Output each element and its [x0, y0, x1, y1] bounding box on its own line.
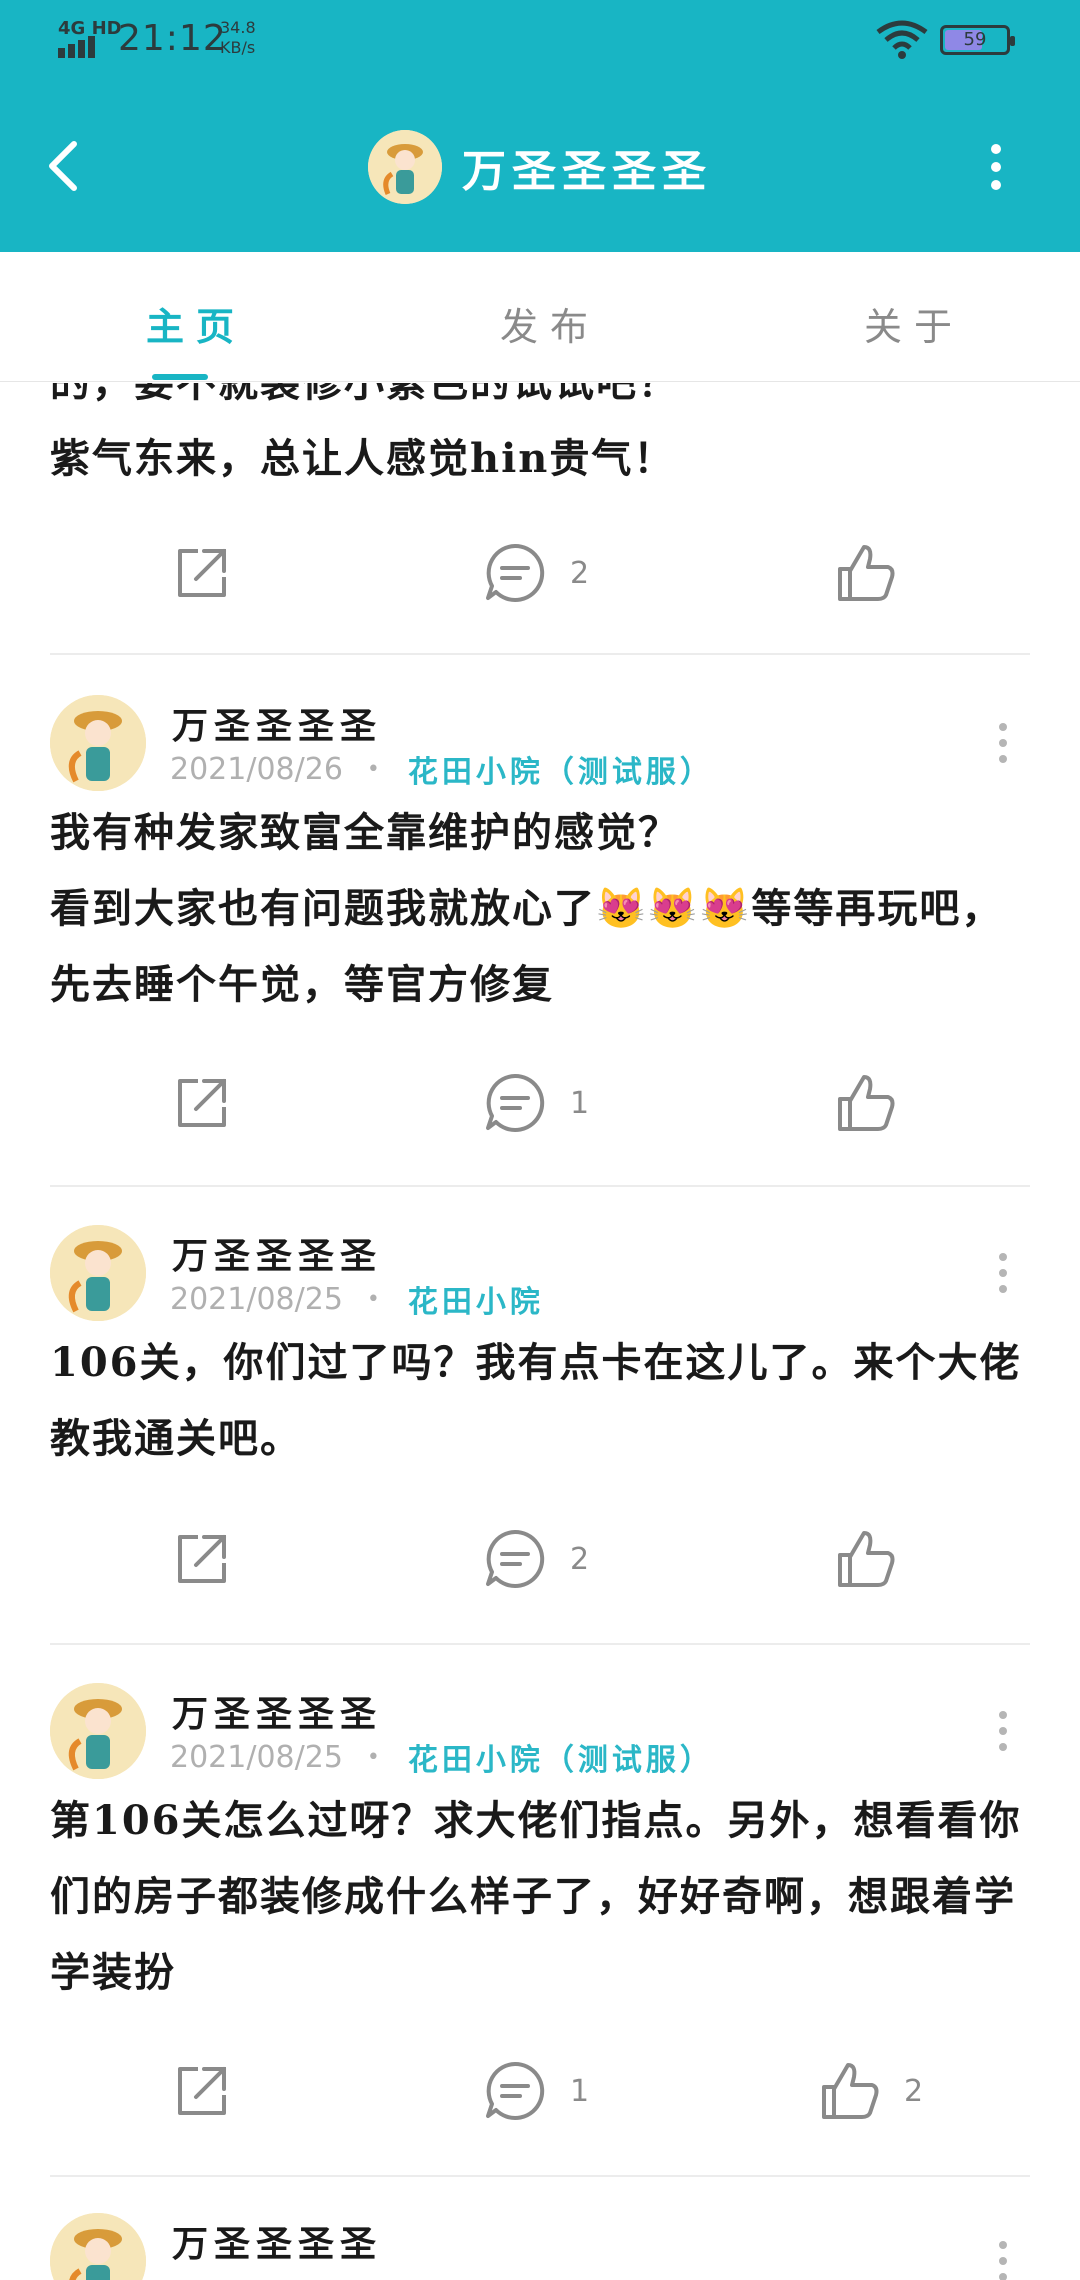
comment-count: 2	[570, 1541, 590, 1577]
tab-home[interactable]: 主页	[146, 296, 246, 351]
like-count: 2	[904, 2073, 924, 2109]
comment-button[interactable]: 1	[482, 1063, 589, 1143]
network-speed: 34.8 KB/s	[220, 18, 256, 58]
post-divider	[50, 653, 1030, 655]
avatar[interactable]	[50, 1225, 146, 1321]
comment-count: 2	[570, 555, 590, 591]
page-title: 万圣圣圣圣	[462, 146, 712, 197]
post-divider	[50, 2175, 1030, 2177]
group-link[interactable]: 花田小院	[408, 1277, 544, 1321]
avatar[interactable]	[50, 1683, 146, 1779]
author-name[interactable]: 万圣圣圣圣	[172, 1227, 382, 1279]
post-actions: 2	[0, 533, 1080, 613]
header-title-group[interactable]: 万圣圣圣圣	[368, 130, 712, 204]
post-text: 的，要不就装修小紫色的试试吧？ 紫气东来，总让人感觉hin贵气！	[50, 383, 678, 482]
post-date: 2021/08/26	[170, 751, 343, 787]
speed-value: 34.8	[220, 18, 256, 37]
battery-icon: 59	[940, 25, 1015, 55]
share-button[interactable]	[170, 1063, 234, 1143]
like-button[interactable]	[834, 1519, 898, 1599]
separator-dot: •	[366, 1286, 380, 1312]
tab-about[interactable]: 关于	[864, 296, 964, 351]
more-vertical-icon[interactable]	[986, 144, 1006, 190]
separator-dot: •	[366, 756, 380, 782]
tab-publish[interactable]: 发布	[500, 296, 600, 351]
post-actions: 2	[0, 1519, 1080, 1599]
separator-dot: •	[366, 1744, 380, 1770]
author-name[interactable]: 万圣圣圣圣	[172, 1685, 382, 1737]
tab-bar: 主页 发布 关于	[0, 252, 1080, 382]
speed-unit: KB/s	[220, 38, 256, 57]
comment-icon	[486, 543, 545, 602]
status-bar: 4G HD 21:12 34.8 KB/s 59	[0, 0, 1080, 80]
like-button[interactable]: 2	[818, 2051, 923, 2131]
post-text: 第106关怎么过呀？求大佬们指点。另外，想看看你们的房子都装修成什么样子了，好好…	[50, 1797, 1022, 1996]
wifi-icon	[876, 20, 928, 59]
back-chevron-left-icon[interactable]	[40, 136, 88, 196]
more-vertical-icon[interactable]	[996, 1251, 1010, 1295]
comment-button[interactable]: 2	[482, 1519, 589, 1599]
comment-icon	[486, 1529, 545, 1588]
post-meta: 2021/08/25 • 花田小院	[170, 1277, 544, 1321]
comment-icon	[486, 2061, 545, 2120]
post-meta: 2021/08/25 • 花田小院（测试服）	[170, 1735, 714, 1779]
share-icon	[178, 1535, 226, 1583]
thumbs-up-icon	[838, 545, 895, 601]
more-vertical-icon[interactable]	[996, 1709, 1010, 1753]
share-icon	[178, 549, 226, 597]
share-button[interactable]	[170, 1519, 234, 1599]
thumbs-up-icon	[838, 1075, 895, 1131]
share-button[interactable]	[170, 2051, 234, 2131]
post-text: 106关，你们过了吗？我有点卡在这儿了。来个大佬教我通关吧。	[50, 1339, 1022, 1462]
more-vertical-icon[interactable]	[996, 2239, 1010, 2280]
thumbs-up-icon	[838, 1531, 895, 1587]
group-link[interactable]: 花田小院（测试服）	[408, 747, 714, 791]
battery-level: 59	[963, 29, 987, 50]
post-date: 2021/08/25	[170, 1281, 343, 1317]
author-name[interactable]: 万圣圣圣圣	[172, 697, 382, 749]
thumbs-up-icon	[822, 2063, 879, 2119]
post-actions: 1	[0, 1063, 1080, 1143]
author-name[interactable]: 万圣圣圣圣	[172, 2215, 382, 2267]
avatar[interactable]	[50, 695, 146, 791]
post-date: 2021/08/25	[170, 1739, 343, 1775]
like-button[interactable]	[834, 1063, 898, 1143]
post-feed[interactable]: 的，要不就装修小紫色的试试吧？ 紫气东来，总让人感觉hin贵气！ 2	[0, 383, 1080, 2280]
post-actions: 1 2	[0, 2051, 1080, 2131]
post-divider	[50, 1185, 1030, 1187]
signal-icon	[58, 36, 95, 58]
comment-count: 1	[570, 1085, 590, 1121]
app-header: 4G HD 21:12 34.8 KB/s 59 万圣圣圣圣	[0, 0, 1080, 252]
share-icon	[178, 1079, 226, 1127]
comment-count: 1	[570, 2073, 590, 2109]
comment-icon	[486, 1073, 545, 1132]
share-button[interactable]	[170, 533, 234, 613]
group-link[interactable]: 花田小院（测试服）	[408, 1735, 714, 1779]
share-icon	[178, 2067, 226, 2115]
like-button[interactable]	[834, 533, 898, 613]
tab-indicator	[152, 374, 208, 380]
avatar[interactable]	[50, 2213, 146, 2280]
status-time: 21:12	[118, 18, 227, 59]
post-divider	[50, 1643, 1030, 1645]
more-vertical-icon[interactable]	[996, 721, 1010, 765]
avatar[interactable]	[368, 130, 442, 204]
comment-button[interactable]: 1	[482, 2051, 589, 2131]
post-meta: 2021/08/26 • 花田小院（测试服）	[170, 747, 714, 791]
comment-button[interactable]: 2	[482, 533, 589, 613]
post-text: 我有种发家致富全靠维护的感觉？ 看到大家也有问题我就放心了😻😻😻等等再玩吧，先去…	[50, 809, 1004, 1008]
